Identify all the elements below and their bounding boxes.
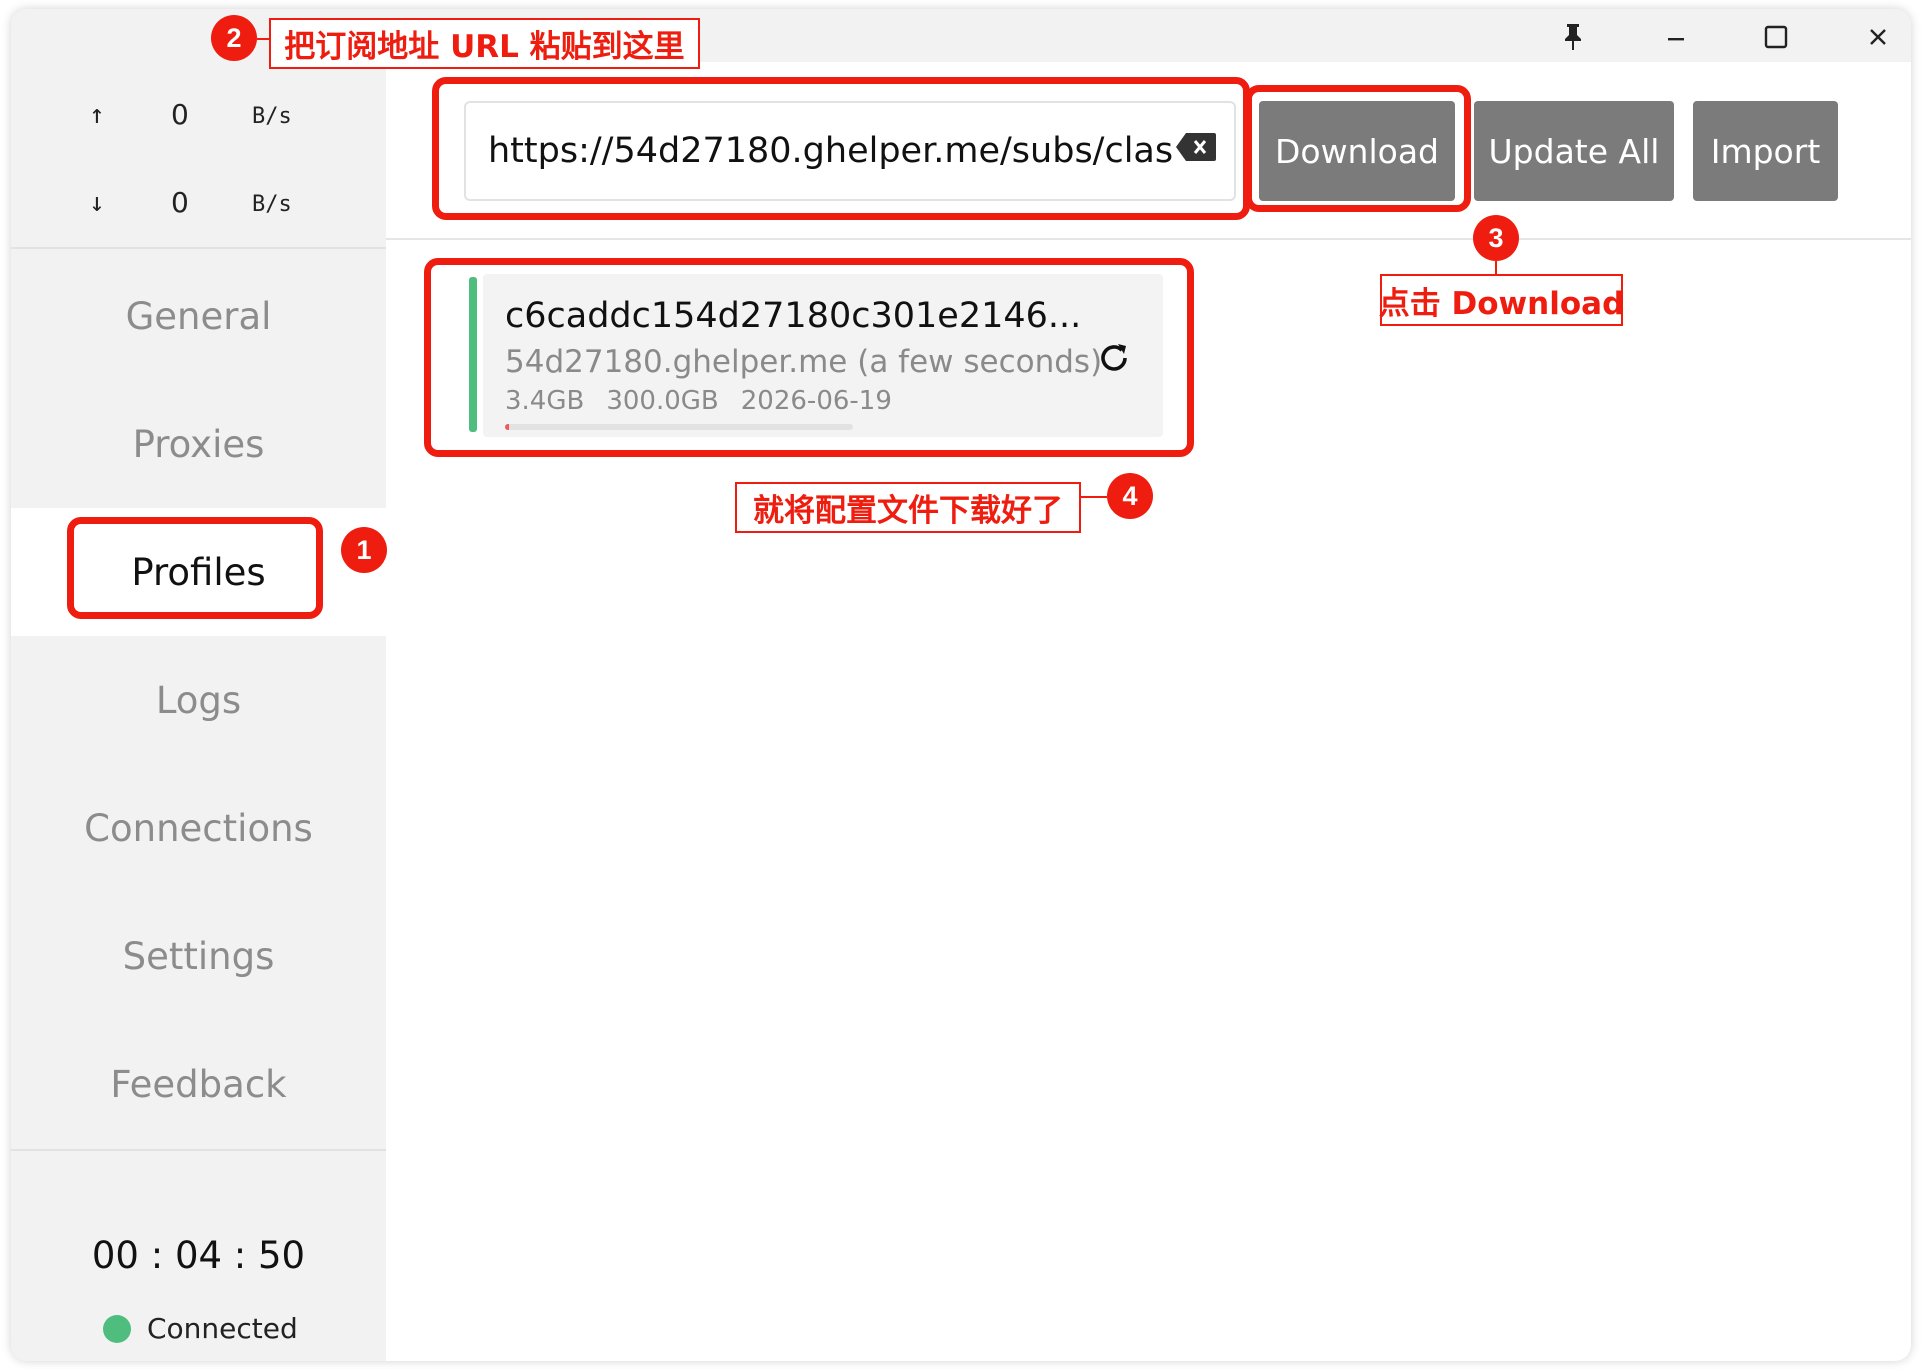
sidebar-item-proxies[interactable]: Proxies	[11, 380, 386, 508]
refresh-icon[interactable]	[1094, 338, 1134, 378]
download-button[interactable]: Download	[1259, 101, 1455, 201]
upload-arrow-icon: ↑	[89, 100, 105, 130]
annotation-label-3: 点击 Download	[1379, 274, 1624, 326]
download-arrow-icon: ↓	[89, 188, 105, 218]
download-speed: ↓ 0 B/s	[11, 186, 386, 226]
annotation-connector	[1081, 496, 1107, 498]
status-text: Connected	[147, 1312, 298, 1345]
profile-total: 300.0GB	[606, 386, 719, 416]
profile-card[interactable]: c6caddc154d27180c301e2146... 54d27180.gh…	[483, 274, 1163, 437]
sidebar-divider	[11, 247, 386, 249]
sidebar-item-connections[interactable]: Connections	[11, 764, 386, 892]
sidebar-item-settings[interactable]: Settings	[11, 892, 386, 1020]
toolbar-divider	[386, 238, 1911, 240]
status-dot-icon	[103, 1314, 131, 1343]
maximize-icon[interactable]	[1754, 19, 1798, 55]
profile-title: c6caddc154d27180c301e2146...	[505, 296, 1082, 336]
clear-input-icon[interactable]	[1174, 131, 1218, 163]
subscription-url-input[interactable]: https://54d27180.ghelper.me/subs/clas	[464, 101, 1236, 201]
profile-host: 54d27180.ghelper.me (a few seconds)	[505, 344, 1103, 380]
download-value: 0	[171, 186, 189, 219]
profile-usage-bar	[505, 424, 853, 430]
annotation-step-3: 3	[1473, 215, 1519, 261]
connection-status: Connected	[103, 1312, 298, 1345]
url-value: https://54d27180.ghelper.me/subs/clas	[488, 131, 1174, 171]
profile-selected-indicator	[469, 277, 477, 432]
upload-unit: B/s	[252, 104, 292, 129]
download-unit: B/s	[252, 192, 292, 217]
profile-used: 3.4GB	[505, 386, 585, 416]
annotation-label-4: 就将配置文件下载好了	[735, 482, 1081, 533]
close-icon[interactable]	[1856, 19, 1900, 55]
sidebar-item-general[interactable]: General	[11, 252, 386, 380]
import-button[interactable]: Import	[1693, 101, 1838, 201]
annotation-label-2: 把订阅地址 URL 粘贴到这里	[269, 18, 700, 69]
annotation-step-4: 4	[1107, 473, 1153, 519]
annotation-step-1: 1	[341, 527, 387, 573]
connection-timer: 00 : 04 : 50	[91, 1234, 306, 1277]
sidebar-divider	[11, 1149, 386, 1151]
pin-icon[interactable]	[1551, 19, 1595, 55]
upload-value: 0	[171, 98, 189, 131]
annotation-step-2: 2	[211, 15, 257, 61]
annotation-connector	[1495, 261, 1497, 274]
app-window: ↑ 0 B/s ↓ 0 B/s General Proxies Profiles…	[11, 9, 1911, 1361]
sidebar-item-logs[interactable]: Logs	[11, 636, 386, 764]
sidebar-item-profiles[interactable]: Profiles	[11, 508, 386, 636]
minimize-icon[interactable]	[1654, 19, 1698, 55]
annotation-connector	[257, 38, 269, 40]
profile-usage-fill	[505, 424, 509, 430]
upload-speed: ↑ 0 B/s	[11, 98, 386, 138]
update-all-button[interactable]: Update All	[1474, 101, 1674, 201]
sidebar-item-feedback[interactable]: Feedback	[11, 1020, 386, 1148]
profile-expire: 2026-06-19	[740, 386, 892, 416]
sidebar: ↑ 0 B/s ↓ 0 B/s General Proxies Profiles…	[11, 62, 386, 1361]
profile-meta: 3.4GB 300.0GB 2026-06-19	[505, 386, 892, 416]
